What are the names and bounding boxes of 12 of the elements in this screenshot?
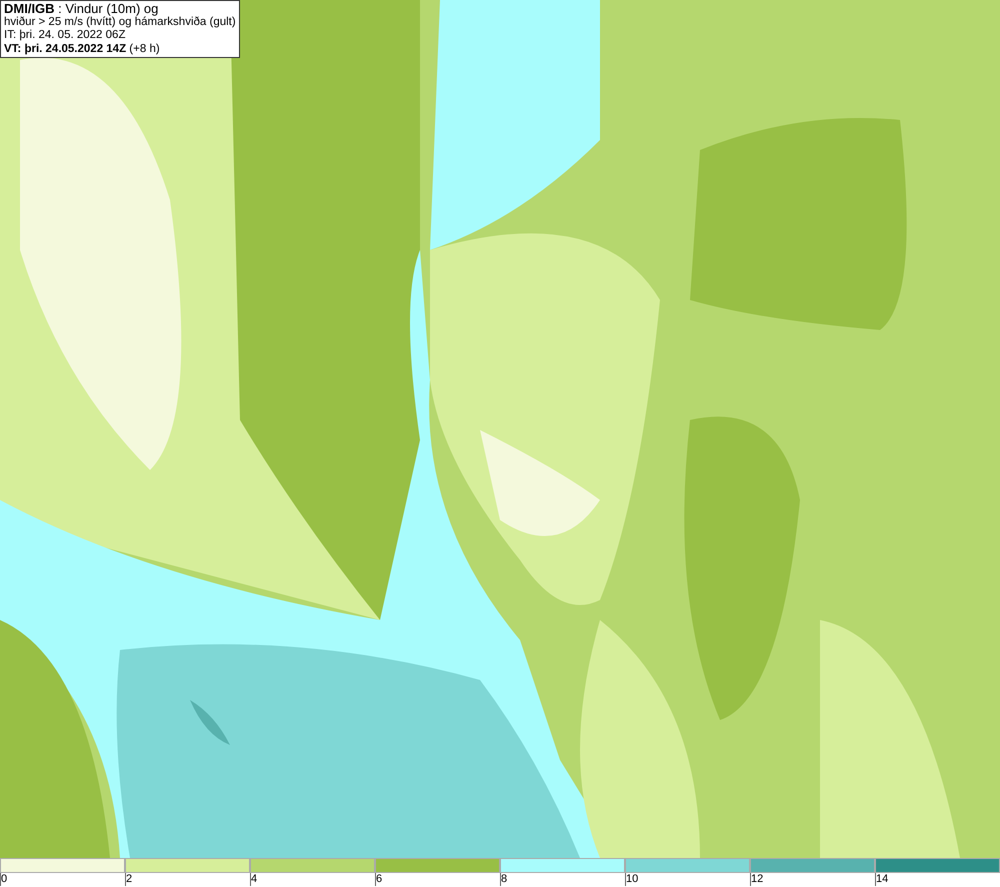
legend-label: 6 xyxy=(375,873,382,886)
legend-label: 2 xyxy=(125,873,132,886)
legend-label: 8 xyxy=(500,873,508,886)
title-text: IT: þri. 24. 05. 2022 06Z xyxy=(4,29,126,42)
legend-label: 14 xyxy=(875,873,888,886)
legend-label: 10 xyxy=(625,873,638,886)
title-text: DMI/IGB : Vindur (10m) og xyxy=(4,2,160,16)
legend-label: 0 xyxy=(0,873,8,886)
legend-label: 4 xyxy=(250,873,258,886)
title-text: hviður > 25 m/s (hvítt) og hámarkshviða (gult) xyxy=(4,16,236,29)
legend-label: 12 xyxy=(750,873,764,886)
title-text: VT: þri. 24.05.2022 14Z (+8 h) xyxy=(4,42,161,56)
